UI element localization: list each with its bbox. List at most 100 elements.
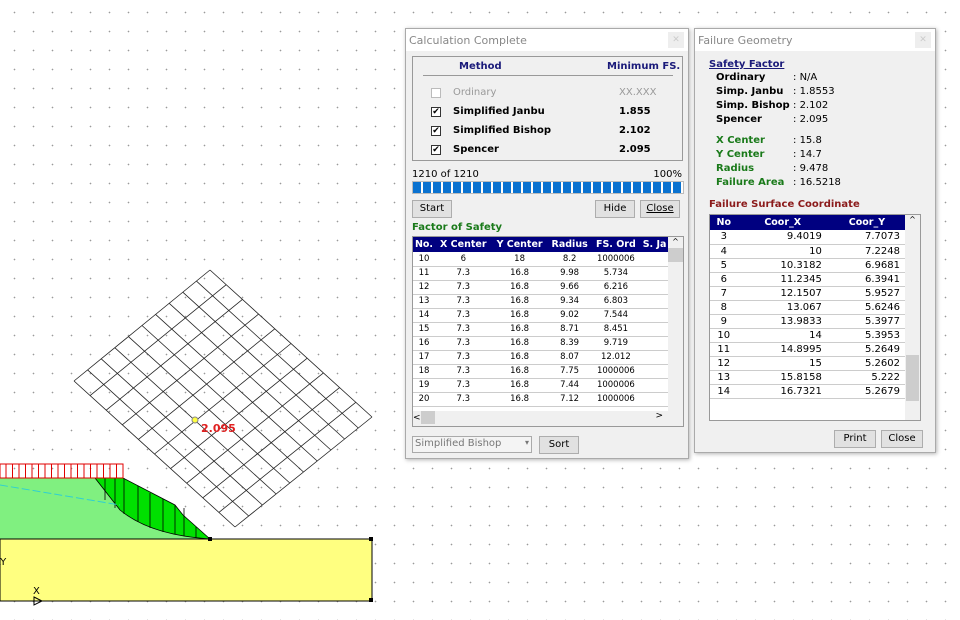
table-row[interactable]: 18 7.3 16.8 7.75 1000006 <box>413 364 669 379</box>
method-fs-value: 2.095 <box>619 144 651 155</box>
column-header[interactable]: Coor_Y <box>827 215 906 230</box>
coord-title: Failure Surface Coordinate <box>709 199 860 210</box>
distributed-load <box>0 463 124 479</box>
method-checkbox[interactable] <box>431 88 441 98</box>
chevron-down-icon: ▾ <box>524 438 529 447</box>
column-header[interactable]: Radius <box>547 237 592 252</box>
table-cell: 6 <box>435 252 492 267</box>
table-cell: 8 <box>710 300 738 315</box>
circle-value-text: 15.8 <box>799 135 822 146</box>
method-row: ✔ Simplified Janbu 1.855 <box>413 106 683 122</box>
table-cell <box>640 336 669 351</box>
column-header[interactable]: FS. Ord <box>591 237 641 252</box>
progress-percent: 100% <box>653 169 682 180</box>
column-header[interactable]: Coor_X <box>737 215 828 230</box>
table-cell: 8.2 <box>547 252 592 267</box>
table-row[interactable]: 6 11.2345 6.3941 <box>710 272 906 287</box>
table-row[interactable]: 10 14 5.3953 <box>710 328 906 343</box>
close-icon[interactable]: ✕ <box>668 32 684 48</box>
table-cell <box>640 392 669 407</box>
circle-value: : 15.8 <box>793 135 822 146</box>
start-button[interactable]: Start <box>412 200 452 218</box>
table-row[interactable]: 13 15.8158 5.222 <box>710 370 906 385</box>
method-checkbox[interactable]: ✔ <box>431 126 441 136</box>
table-cell: 7.3 <box>435 378 492 393</box>
failure-geometry-dialog: Failure Geometry ✕ Safety Factor Ordinar… <box>694 28 936 453</box>
circle-value: : 9.478 <box>793 163 829 174</box>
method-fs-value: 2.102 <box>619 125 651 136</box>
table-cell: 9.719 <box>591 336 641 351</box>
critical-center-point[interactable] <box>191 416 199 424</box>
table-row[interactable]: 13 7.3 16.8 9.34 6.803 <box>413 294 669 309</box>
vertical-scrollbar[interactable]: ^ <box>905 215 920 420</box>
table-cell: 1000006 <box>591 252 641 267</box>
table-cell: 17 <box>413 350 436 365</box>
table-cell: 1000006 <box>591 364 641 379</box>
table-row[interactable]: 19 7.3 16.8 7.44 1000006 <box>413 378 669 393</box>
table-cell: 6.9681 <box>827 258 906 273</box>
table-row[interactable]: 7 12.1507 5.9527 <box>710 286 906 301</box>
table-row[interactable]: 8 13.067 5.6246 <box>710 300 906 315</box>
table-row[interactable]: 3 9.4019 7.7073 <box>710 230 906 245</box>
column-header[interactable]: X Center <box>435 237 492 252</box>
table-cell: 5.9527 <box>827 286 906 301</box>
table-row[interactable]: 14 7.3 16.8 9.02 7.544 <box>413 308 669 323</box>
sort-button[interactable]: Sort <box>539 436 579 454</box>
table-cell: 10 <box>737 244 828 259</box>
table-cell <box>640 252 669 267</box>
method-row: ✔ Spencer 2.095 <box>413 144 683 160</box>
sf-value: : 1.8553 <box>793 86 835 97</box>
table-cell: 9.98 <box>547 266 592 281</box>
fos-table[interactable]: No. X Center Y Center Radius FS. Ord S. Ja 10 6… <box>412 236 684 427</box>
table-cell: 5.734 <box>591 266 641 281</box>
horizontal-scrollbar[interactable]: < > <box>413 411 683 426</box>
table-cell: 9.34 <box>547 294 592 309</box>
table-cell <box>640 350 669 365</box>
critical-fs-label: 2.095 <box>201 422 236 435</box>
hide-button[interactable]: Hide <box>595 200 635 218</box>
circle-label: Failure Area <box>716 177 785 188</box>
table-cell: 9 <box>710 314 738 329</box>
calculation-complete-dialog: Calculation Complete ✕ Method Minimum FS… <box>405 28 689 459</box>
table-cell: 7.3 <box>435 322 492 337</box>
table-row[interactable]: 14 16.7321 5.2679 <box>710 384 906 399</box>
load-hatch <box>5 464 117 478</box>
table-cell <box>640 280 669 295</box>
column-header[interactable]: S. Ja <box>640 237 669 252</box>
table-row[interactable]: 15 7.3 16.8 8.71 8.451 <box>413 322 669 337</box>
table-row[interactable]: 11 14.8995 5.2649 <box>710 342 906 357</box>
column-header[interactable]: Y Center <box>491 237 548 252</box>
method-checkbox[interactable]: ✔ <box>431 107 441 117</box>
table-cell: 7.544 <box>591 308 641 323</box>
close-button[interactable]: Close <box>881 430 923 448</box>
grid-line <box>128 336 291 484</box>
table-row[interactable]: 12 7.3 16.8 9.66 6.216 <box>413 280 669 295</box>
grid-line <box>154 343 292 455</box>
table-cell: 9.02 <box>547 308 592 323</box>
table-row[interactable]: 4 10 7.2248 <box>710 244 906 259</box>
table-row[interactable]: 11 7.3 16.8 9.98 5.734 <box>413 266 669 281</box>
close-button[interactable]: Close <box>640 200 680 218</box>
table-cell: 7.3 <box>435 266 492 281</box>
table-cell: 6.3941 <box>827 272 906 287</box>
table-row[interactable]: 17 7.3 16.8 8.07 12.012 <box>413 350 669 365</box>
table-cell: 1000006 <box>591 392 641 407</box>
sort-method-select[interactable]: Simplified Bishop ▾ <box>412 436 532 453</box>
close-icon[interactable]: ✕ <box>915 32 931 48</box>
table-row[interactable]: 12 15 5.2602 <box>710 356 906 371</box>
table-row[interactable]: 9 13.9833 5.3977 <box>710 314 906 329</box>
table-row[interactable]: 5 10.3182 6.9681 <box>710 258 906 273</box>
print-button[interactable]: Print <box>834 430 876 448</box>
sf-label: Spencer <box>716 114 762 125</box>
table-cell: 5.3977 <box>827 314 906 329</box>
method-label: Spencer <box>453 144 499 155</box>
table-row[interactable]: 10 6 18 8.2 1000006 <box>413 252 669 267</box>
grid-line <box>170 357 308 469</box>
table-row[interactable]: 20 7.3 16.8 7.12 1000006 <box>413 392 669 407</box>
column-header[interactable]: No <box>710 215 738 230</box>
coord-table[interactable]: No Coor_X Coor_Y 3 9.4019 7.7073 4 10 7.2248 5 10.… <box>709 214 921 421</box>
column-header[interactable]: No. <box>413 237 436 252</box>
table-row[interactable]: 16 7.3 16.8 8.39 9.719 <box>413 336 669 351</box>
vertical-scrollbar[interactable]: ^ <box>668 237 683 411</box>
method-checkbox[interactable]: ✔ <box>431 145 441 155</box>
